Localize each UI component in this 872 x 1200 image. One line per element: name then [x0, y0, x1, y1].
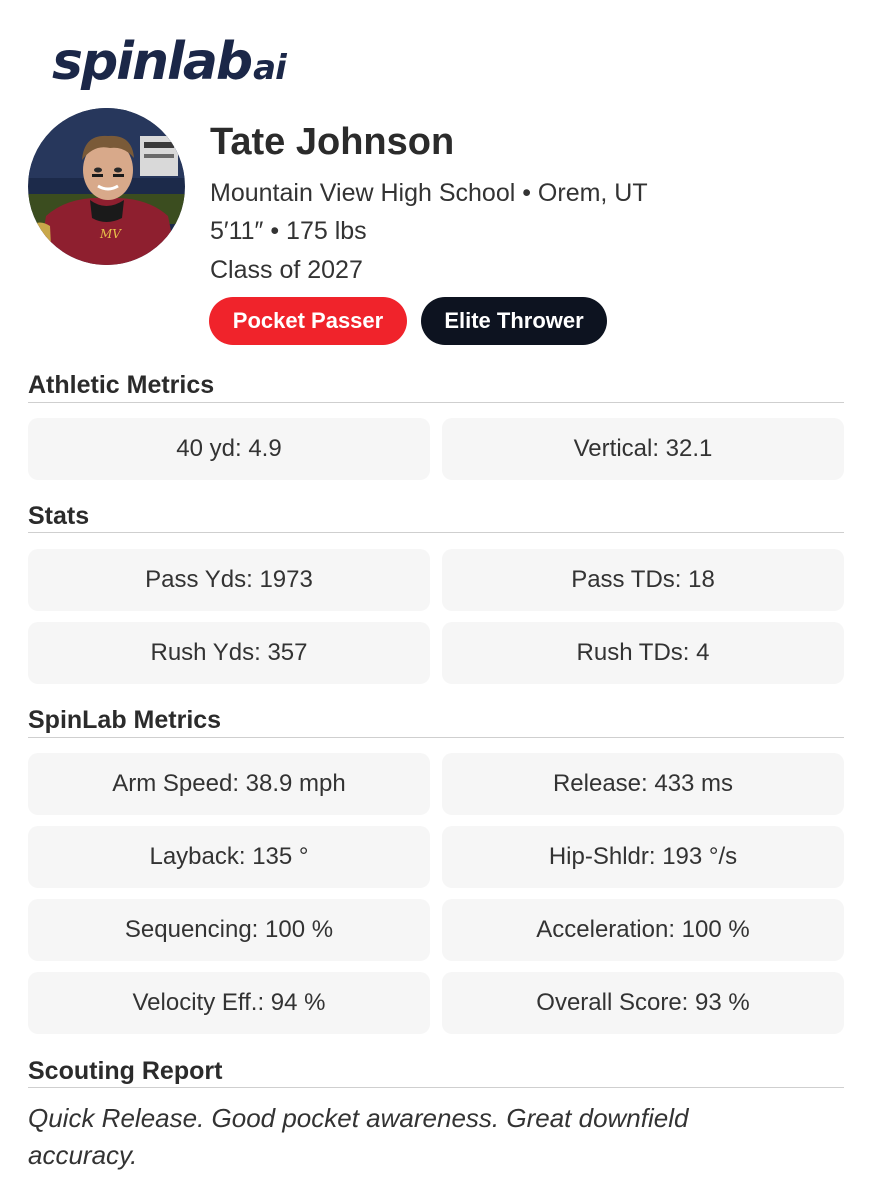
spinlab-logo: spinlab ai [52, 32, 287, 92]
tag-pocket-passer: Pocket Passer [209, 297, 407, 345]
section-divider [28, 737, 844, 738]
player-photo: MV [28, 108, 185, 265]
stat-card-pass-tds: Pass TDs: 18 [442, 549, 844, 611]
player-height-weight: 5′11″ • 175 lbs [210, 217, 367, 245]
stat-card-pass-yds: Pass Yds: 1973 [28, 549, 430, 611]
section-divider [28, 1087, 844, 1088]
section-title-athletic: Athletic Metrics [28, 371, 215, 399]
spinlab-card-overall-score: Overall Score: 93 % [442, 972, 844, 1034]
metric-card-40yd: 40 yd: 4.9 [28, 418, 430, 480]
logo-ai-suffix: ai [253, 48, 287, 88]
section-title-scouting: Scouting Report [28, 1057, 223, 1085]
scouting-report-text: Quick Release. Good pocket awareness. Gr… [28, 1103, 689, 1170]
section-divider [28, 402, 844, 403]
section-title-spinlab: SpinLab Metrics [28, 706, 222, 734]
player-class: Class of 2027 [210, 256, 363, 284]
stat-card-rush-yds: Rush Yds: 357 [28, 622, 430, 684]
svg-text:MV: MV [99, 227, 122, 241]
stat-card-rush-tds: Rush TDs: 4 [442, 622, 844, 684]
section-divider [28, 532, 844, 533]
metric-card-vertical: Vertical: 32.1 [442, 418, 844, 480]
spinlab-card-hip-shldr: Hip-Shldr: 193 °/s [442, 826, 844, 888]
spinlab-card-arm-speed: Arm Speed: 38.9 mph [28, 753, 430, 815]
spinlab-card-sequencing: Sequencing: 100 % [28, 899, 430, 961]
logo-wordmark: spinlab [52, 32, 253, 92]
section-title-stats: Stats [28, 502, 90, 530]
player-name: Tate Johnson [210, 121, 455, 163]
player-photo-avatar: MV [28, 108, 185, 265]
spinlab-card-release: Release: 433 ms [442, 753, 844, 815]
spinlab-card-acceleration: Acceleration: 100 % [442, 899, 844, 961]
spinlab-card-layback: Layback: 135 ° [28, 826, 430, 888]
tag-elite-thrower: Elite Thrower [421, 297, 607, 345]
spinlab-card-velocity-eff: Velocity Eff.: 94 % [28, 972, 430, 1034]
player-school: Mountain View High School • Orem, UT [210, 179, 648, 207]
